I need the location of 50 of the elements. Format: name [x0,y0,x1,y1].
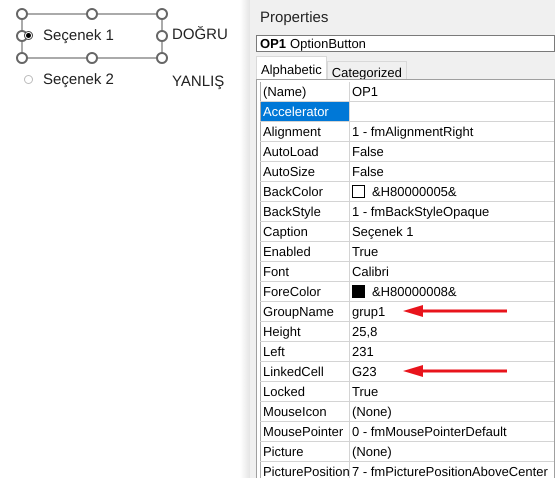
property-value[interactable]: (None) [352,404,392,419]
property-name[interactable]: MouseIcon [260,402,350,421]
radio-button[interactable] [24,75,33,84]
tab[interactable]: Categorized [326,61,407,79]
property-value[interactable]: False [352,144,384,159]
property-name[interactable]: AutoSize [260,162,350,181]
property-name[interactable]: Accelerator [260,102,350,121]
property-name[interactable]: PicturePosition [260,462,350,478]
option-label[interactable]: Seçenek 2 [43,71,114,88]
property-value[interactable]: OP1 [352,84,378,99]
property-name[interactable]: GroupName [260,302,350,321]
property-value[interactable]: &H80000005& [372,184,457,199]
property-name[interactable]: LinkedCell [260,362,350,381]
property-name[interactable]: BackStyle [260,202,350,221]
property-name[interactable]: Locked [260,382,350,401]
object-dropdown[interactable]: OP1 OptionButton [256,35,555,52]
option-label[interactable]: Seçenek 1 [43,27,114,44]
property-name[interactable]: Enabled [260,242,350,261]
property-value[interactable]: 231 [352,344,374,359]
property-name[interactable]: MousePointer [260,422,350,441]
property-name[interactable]: Picture [260,442,350,461]
property-value[interactable]: True [352,244,378,259]
tab[interactable]: Alphabetic [256,56,327,79]
property-name[interactable]: Left [260,342,350,361]
property-value[interactable]: 0 - fmMousePointerDefault [352,424,507,439]
property-value[interactable]: False [352,164,384,179]
property-value[interactable]: Seçenek 1 [352,224,414,239]
radio-button[interactable] [24,31,33,40]
property-value[interactable]: True [352,384,378,399]
panel-title: Properties [259,8,330,26]
property-value[interactable]: 1 - fmAlignmentRight [352,124,474,139]
property-value[interactable]: 7 - fmPicturePositionAboveCenter [352,464,548,478]
property-name[interactable]: BackColor [260,182,350,201]
property-value[interactable]: 1 - fmBackStyleOpaque [352,204,490,219]
cell-text: DOĞRU [172,26,228,43]
property-name[interactable]: ForeColor [260,282,350,301]
property-value[interactable]: (None) [352,444,392,459]
property-value[interactable]: G23 [352,364,377,379]
property-name[interactable]: Alignment [260,122,350,141]
property-value[interactable]: 25,8 [352,324,378,339]
property-value[interactable]: Calibri [352,264,389,279]
property-name[interactable]: Caption [260,222,350,241]
property-name[interactable]: Font [260,262,350,281]
property-value[interactable]: &H80000008& [372,284,457,299]
property-name[interactable]: Height [260,322,350,341]
property-value[interactable]: grup1 [352,304,386,319]
property-name[interactable]: (Name) [260,82,350,101]
cell-text: YANLIŞ [172,73,224,90]
selection-handles-drawing[interactable] [16,8,168,64]
property-name[interactable]: AutoLoad [260,142,350,161]
